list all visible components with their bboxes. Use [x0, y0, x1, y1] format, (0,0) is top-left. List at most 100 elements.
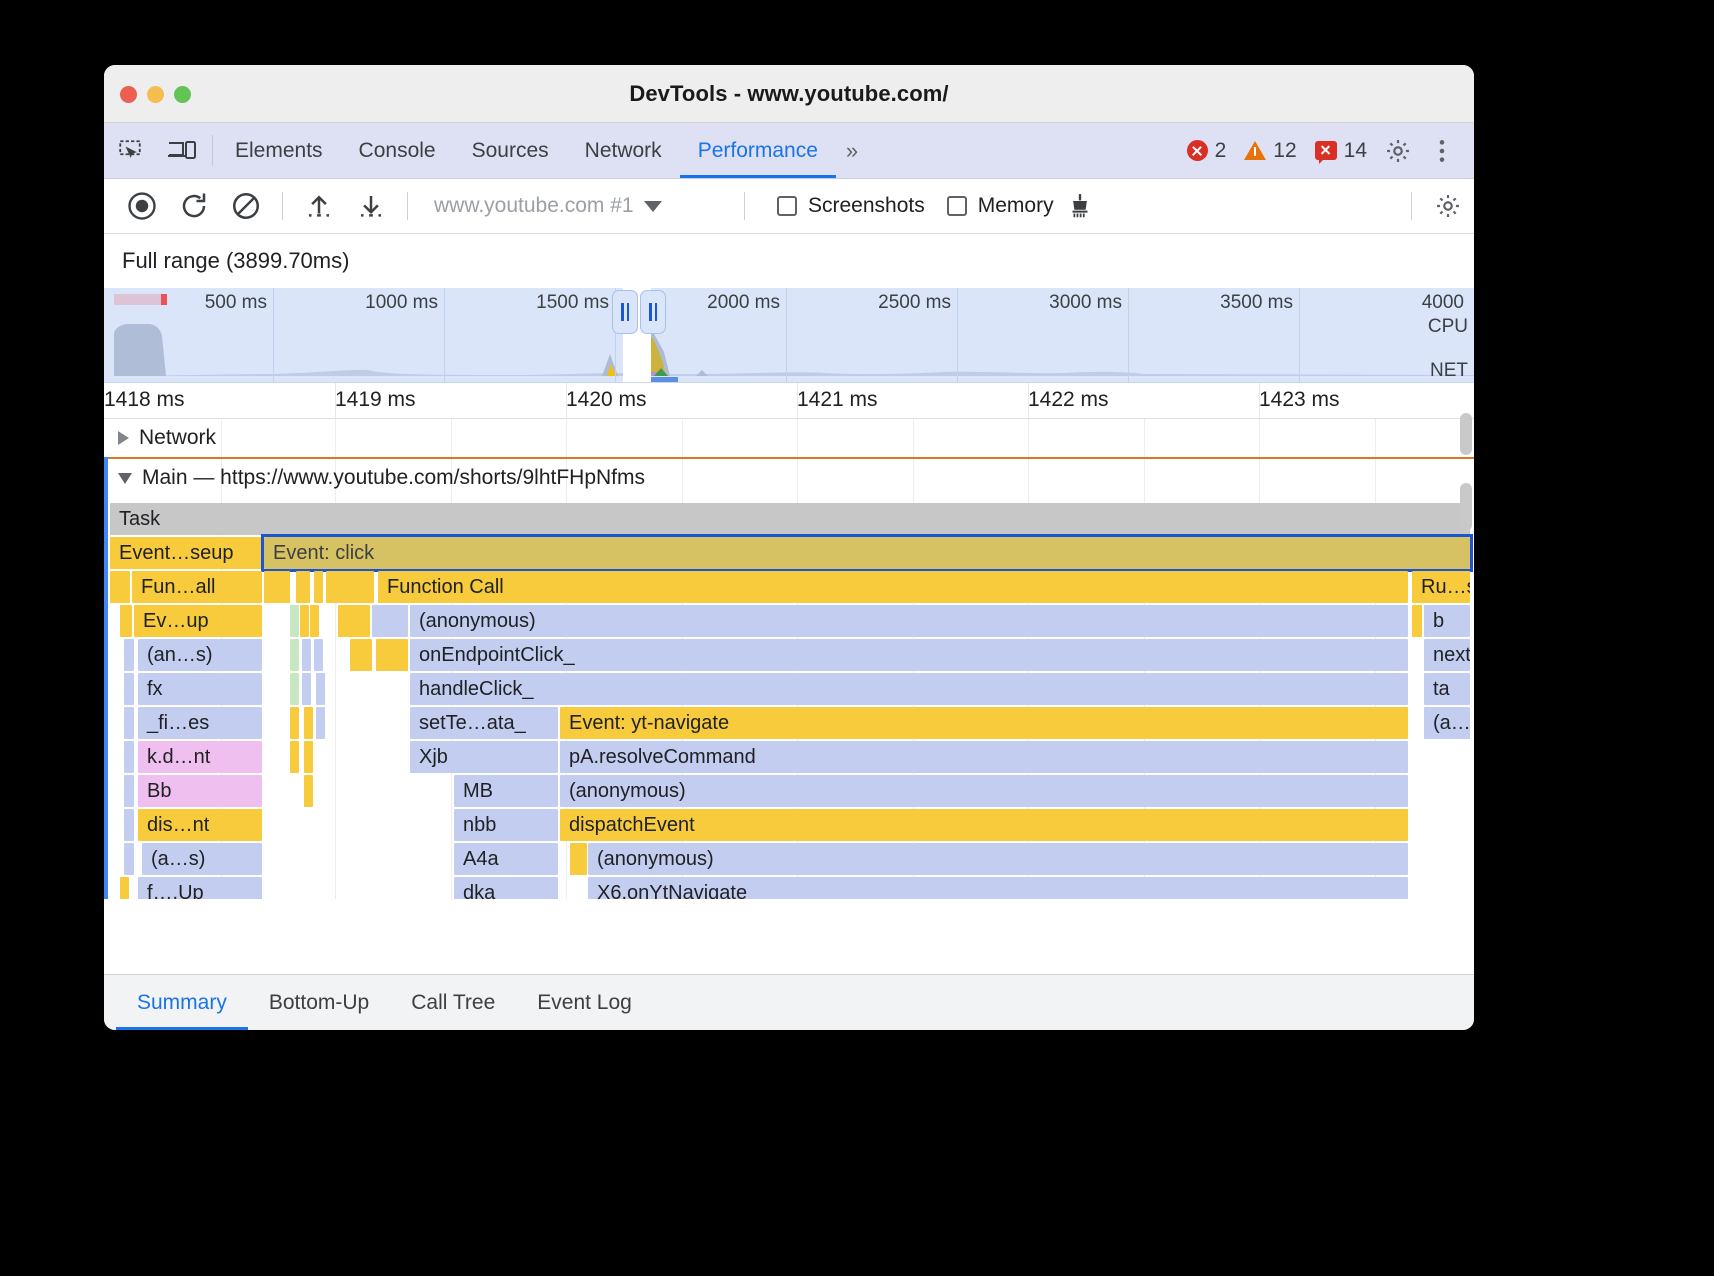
flame-bar[interactable]: Event…seup [110, 537, 262, 569]
flame-bar[interactable]: f….Up [138, 877, 262, 899]
flame-bar-unlabeled[interactable] [314, 571, 323, 603]
flame-bar[interactable]: dispatchEvent [560, 809, 1408, 841]
track-header-network[interactable]: Network [104, 419, 1474, 457]
flame-bar[interactable]: Bb [138, 775, 262, 807]
flame-bar-unlabeled[interactable] [326, 571, 374, 603]
flame-bar-unlabeled[interactable] [120, 877, 129, 899]
flame-bar-unlabeled[interactable] [124, 741, 134, 773]
flame-bar[interactable]: fx [138, 673, 262, 705]
load-profile-button[interactable] [293, 184, 345, 228]
flame-bar[interactable]: onEndpointClick_ [410, 639, 1408, 671]
flame-bar[interactable]: Fun…all [132, 571, 262, 603]
flame-bar[interactable]: A4a [454, 843, 558, 875]
flame-bar-unlabeled[interactable] [124, 707, 134, 739]
flame-bar-unlabeled[interactable] [302, 673, 311, 705]
collect-garbage-icon[interactable] [1054, 184, 1106, 228]
overview-right-handle[interactable] [640, 290, 666, 334]
flame-bar-unlabeled[interactable] [350, 639, 372, 671]
flame-bar-unlabeled[interactable] [290, 741, 299, 773]
flame-bar[interactable]: nbb [454, 809, 558, 841]
track-header-main[interactable]: Main — https://www.youtube.com/shorts/9l… [104, 457, 1474, 499]
timeline-overview[interactable]: 500 ms 1000 ms 1500 ms 2000 ms 2500 ms 3… [104, 288, 1474, 383]
tab-performance[interactable]: Performance [680, 123, 836, 178]
flame-bar[interactable]: Event: yt-navigate [560, 707, 1408, 739]
flame-bar-unlabeled[interactable] [300, 605, 309, 637]
flame-bar-unlabeled[interactable] [110, 571, 130, 603]
flame-bar[interactable]: Ru…s [1412, 571, 1470, 603]
maximize-window-button[interactable] [174, 86, 191, 103]
tab-console[interactable]: Console [341, 123, 454, 178]
flame-bar-unlabeled[interactable] [290, 639, 299, 671]
flame-bar-unlabeled[interactable] [124, 673, 134, 705]
flame-bar-unlabeled[interactable] [290, 605, 299, 637]
minimize-window-button[interactable] [147, 86, 164, 103]
clear-button[interactable] [220, 184, 272, 228]
reload-and-record-button[interactable] [168, 184, 220, 228]
flame-bar[interactable]: setTe…ata_ [410, 707, 558, 739]
flame-bar[interactable]: X6.onYtNavigate [588, 877, 1408, 899]
flame-bar[interactable]: (a…s) [142, 843, 262, 875]
flame-bar-unlabeled[interactable] [1412, 605, 1422, 637]
flame-bar-unlabeled[interactable] [316, 673, 325, 705]
flame-bar-unlabeled[interactable] [304, 775, 313, 807]
flame-bar-unlabeled[interactable] [304, 707, 313, 739]
record-button[interactable] [116, 184, 168, 228]
flame-bar[interactable]: dis…nt [138, 809, 262, 841]
flame-bar[interactable]: Event: click [264, 537, 1470, 569]
flame-bar[interactable]: Ev…up [134, 605, 262, 637]
device-toolbar-icon[interactable] [156, 123, 208, 178]
flame-bar-unlabeled[interactable] [302, 639, 311, 671]
memory-checkbox[interactable]: Memory [947, 194, 1054, 218]
error-counter[interactable]: 2 [1178, 139, 1236, 163]
flame-bar-unlabeled[interactable] [124, 639, 134, 671]
devtools-settings-icon[interactable] [1376, 137, 1420, 165]
flame-bar[interactable]: Xjb [410, 741, 558, 773]
flame-bar-unlabeled[interactable] [304, 741, 313, 773]
tab-sources[interactable]: Sources [454, 123, 567, 178]
flame-bar[interactable]: _fi…es [138, 707, 262, 739]
flame-bar-unlabeled[interactable] [578, 843, 587, 875]
flame-bar[interactable]: (anonymous) [560, 775, 1408, 807]
flame-bar-unlabeled[interactable] [316, 707, 325, 739]
flame-bar-unlabeled[interactable] [338, 605, 370, 637]
trace-select[interactable]: www.youtube.com #1 [434, 194, 734, 218]
flame-bar[interactable]: next [1424, 639, 1470, 671]
flame-bar[interactable]: Function Call [378, 571, 1408, 603]
tab-call-tree[interactable]: Call Tree [390, 975, 516, 1030]
tab-bottom-up[interactable]: Bottom-Up [248, 975, 390, 1030]
flame-bar[interactable]: (anonymous) [410, 605, 1408, 637]
tab-event-log[interactable]: Event Log [516, 975, 653, 1030]
flame-bar[interactable]: b [1424, 605, 1470, 637]
devtools-more-options-icon[interactable] [1420, 138, 1464, 164]
flame-bar-unlabeled[interactable] [372, 605, 408, 637]
flame-bar-unlabeled[interactable] [314, 639, 323, 671]
screenshots-checkbox[interactable]: Screenshots [777, 194, 925, 218]
flame-chart[interactable]: Network Main — https://www.youtube.com/s… [104, 419, 1474, 899]
tab-summary[interactable]: Summary [116, 975, 248, 1030]
inspect-element-icon[interactable] [104, 123, 156, 178]
flame-bar[interactable]: (a…) [1424, 707, 1470, 739]
timeline-scrollbar-main[interactable] [1460, 483, 1472, 531]
flame-bar[interactable]: k.d…nt [138, 741, 262, 773]
flame-rows-container[interactable]: TaskEvent…seupEvent: clickFun…all Functio… [104, 503, 1474, 899]
timeline-scrollbar-top[interactable] [1460, 413, 1472, 455]
flame-bar-unlabeled[interactable] [290, 673, 299, 705]
flame-bar-unlabeled[interactable] [264, 571, 290, 603]
flame-bar[interactable]: ta [1424, 673, 1470, 705]
issue-counter[interactable]: 14 [1306, 139, 1376, 163]
overview-left-handle[interactable] [612, 290, 638, 334]
more-tabs-icon[interactable]: » [836, 123, 868, 178]
flame-bar[interactable]: (anonymous) [588, 843, 1408, 875]
flame-bar-unlabeled[interactable] [384, 639, 408, 671]
flame-bar[interactable]: dka [454, 877, 558, 899]
flame-bar[interactable]: Task [110, 503, 1470, 535]
flame-bar-unlabeled[interactable] [124, 843, 134, 875]
tab-network[interactable]: Network [567, 123, 680, 178]
flame-bar[interactable]: (an…s) [138, 639, 262, 671]
close-window-button[interactable] [120, 86, 137, 103]
warning-counter[interactable]: 12 [1235, 139, 1305, 163]
flame-bar-unlabeled[interactable] [124, 775, 134, 807]
tab-elements[interactable]: Elements [217, 123, 341, 178]
flame-bar-unlabeled[interactable] [290, 707, 299, 739]
flame-bar[interactable]: pA.resolveCommand [560, 741, 1408, 773]
